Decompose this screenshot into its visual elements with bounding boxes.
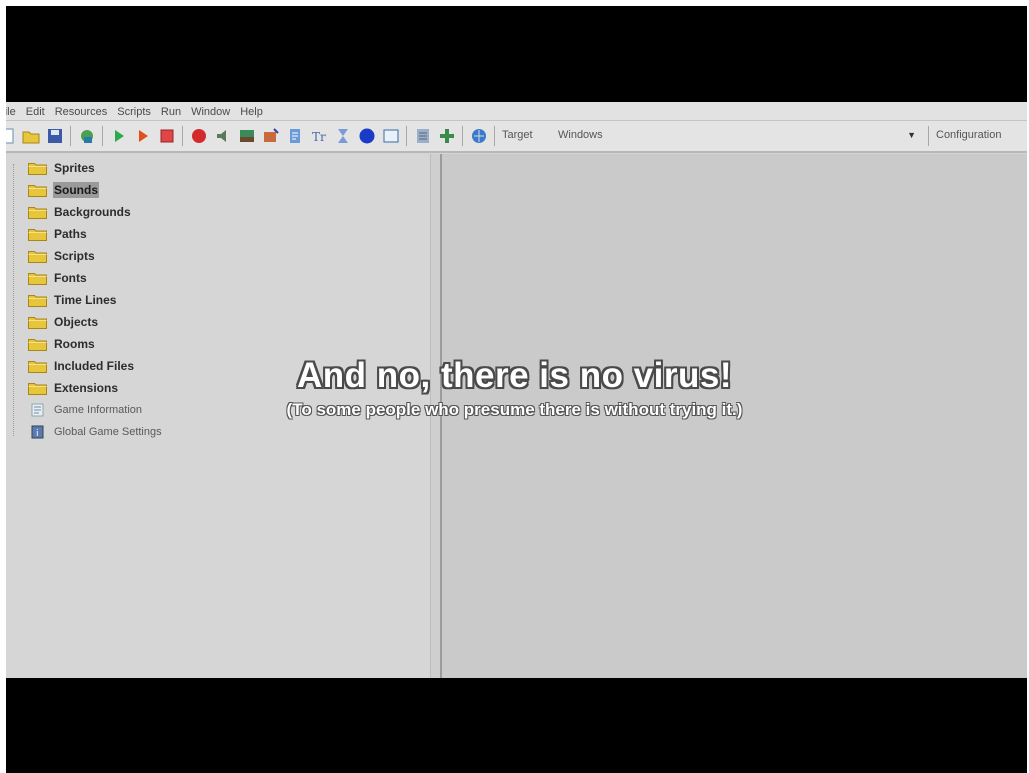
game-info-icon[interactable] xyxy=(414,127,432,145)
tree-item-label: Backgrounds xyxy=(54,205,131,219)
toolbar: Tr Target Windows ▼ Configuration xyxy=(6,121,1027,153)
tree-item[interactable]: Objects xyxy=(28,312,99,332)
folder-icon xyxy=(28,339,47,351)
folder-icon xyxy=(28,273,47,285)
menu-file[interactable]: File xyxy=(6,104,24,118)
folder-icon xyxy=(28,295,47,307)
target-select[interactable]: Windows ▼ xyxy=(502,127,924,145)
folder-icon xyxy=(28,185,47,197)
folder-icon xyxy=(28,229,47,241)
sound-icon[interactable] xyxy=(214,127,232,145)
tree-item-label: Time Lines xyxy=(54,293,117,307)
caption-main: And no, there is no virus! xyxy=(297,356,732,395)
global-settings-icon: i xyxy=(31,425,44,439)
publish-icon[interactable] xyxy=(78,127,96,145)
timeline-icon[interactable] xyxy=(334,127,352,145)
save-icon[interactable] xyxy=(46,127,64,145)
caption-sub: (To some people who presume there is wit… xyxy=(286,400,743,419)
run-icon[interactable] xyxy=(110,127,128,145)
target-value: Windows xyxy=(558,129,603,141)
chevron-down-icon: ▼ xyxy=(907,130,916,140)
folder-icon xyxy=(28,251,47,263)
tree-item[interactable]: Time Lines xyxy=(28,290,117,310)
menu-help[interactable]: Help xyxy=(240,104,271,118)
room-icon[interactable] xyxy=(382,127,400,145)
tree-item-label: Global Game Settings xyxy=(54,426,162,438)
tree-item-label: Sprites xyxy=(54,161,95,175)
help-globe-icon[interactable] xyxy=(470,127,488,145)
open-folder-icon[interactable] xyxy=(22,127,40,145)
object-icon[interactable] xyxy=(358,127,376,145)
tree-item[interactable]: Sprites xyxy=(28,158,96,178)
svg-text:i: i xyxy=(36,429,39,439)
video-captions: And no, there is no virus! (To some peop… xyxy=(0,356,1029,420)
menu-run[interactable]: Run xyxy=(161,104,189,118)
tree-item[interactable]: Scripts xyxy=(28,246,96,266)
tree-item-label: Objects xyxy=(54,315,99,329)
font-icon[interactable]: Tr xyxy=(310,127,328,145)
tree-item[interactable]: Sounds xyxy=(28,180,99,200)
menu-bar: FileEditResourcesScriptsRunWindowHelp xyxy=(6,102,1027,121)
svg-text:Tr: Tr xyxy=(312,130,326,144)
debug-icon[interactable] xyxy=(134,127,152,145)
menu-edit[interactable]: Edit xyxy=(26,104,53,118)
folder-icon xyxy=(28,207,47,219)
tree-item[interactable]: Rooms xyxy=(28,334,96,354)
folder-icon xyxy=(28,317,47,329)
configuration-label[interactable]: Configuration xyxy=(936,129,1001,141)
stop-icon[interactable] xyxy=(158,127,176,145)
folder-icon xyxy=(28,163,47,175)
tree-item[interactable]: Paths xyxy=(28,224,88,244)
background-icon[interactable] xyxy=(238,127,256,145)
tree-item[interactable]: Backgrounds xyxy=(28,202,132,222)
new-file-icon[interactable] xyxy=(6,127,16,145)
tree-item-label: Fonts xyxy=(54,271,87,285)
script-icon[interactable] xyxy=(286,127,304,145)
path-icon[interactable] xyxy=(262,127,280,145)
tree-item[interactable]: Fonts xyxy=(28,268,88,288)
tree-item-label: Scripts xyxy=(54,249,95,263)
tree-item-label: Paths xyxy=(54,227,87,241)
menu-scripts[interactable]: Scripts xyxy=(117,104,159,118)
tree-item-label: Rooms xyxy=(54,337,95,351)
menu-window[interactable]: Window xyxy=(191,104,238,118)
menu-resources[interactable]: Resources xyxy=(55,104,116,118)
tree-item-label: Sounds xyxy=(53,182,99,198)
settings-plus-icon[interactable] xyxy=(438,127,456,145)
tree-item[interactable]: i Global Game Settings xyxy=(28,422,163,442)
sprite-icon[interactable] xyxy=(190,127,208,145)
